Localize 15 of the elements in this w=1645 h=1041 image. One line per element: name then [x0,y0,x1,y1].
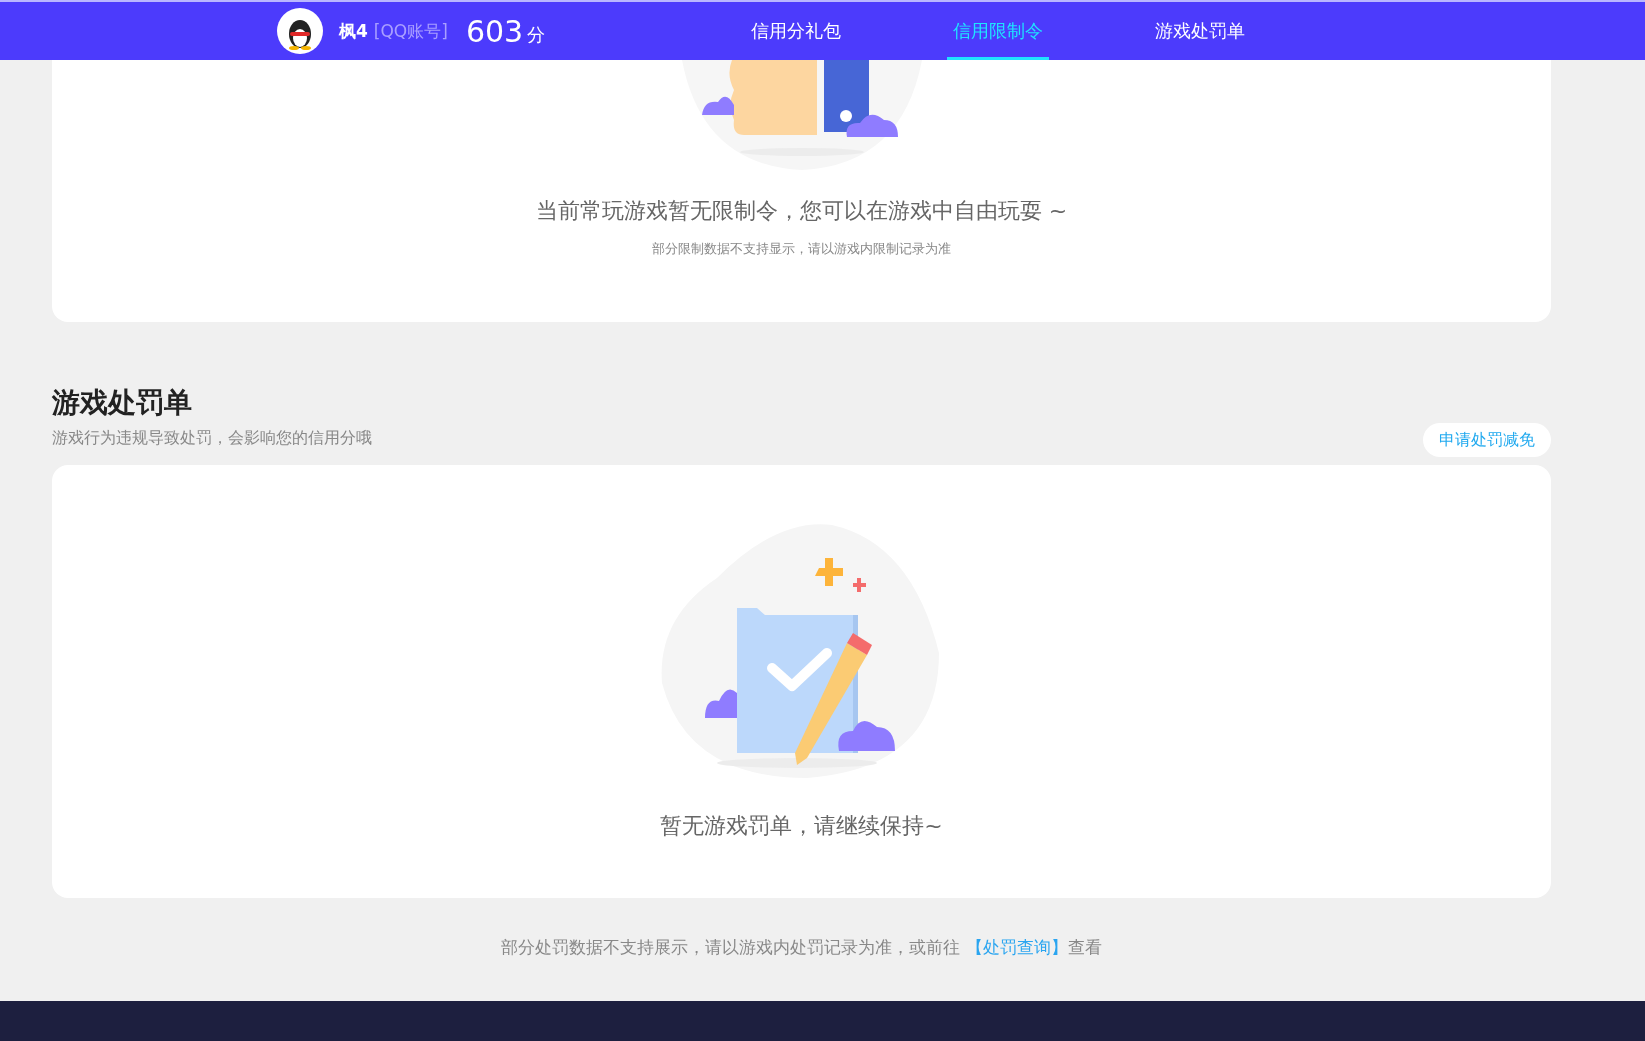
section-subtitle: 游戏行为违规导致处罚，会影响您的信用分哦 [52,428,372,449]
penalty-query-link[interactable]: 【处罚查询】 [965,937,1068,957]
empty-message: 暂无游戏罚单，请继续保持~ [660,812,943,840]
empty-message: 当前常玩游戏暂无限制令，您可以在游戏中自由玩耍 ~ [535,197,1068,225]
appeal-button[interactable]: 申请处罚减免 [1423,423,1551,457]
nickname: 枫4 [339,19,368,43]
credit-score: 603 [465,13,524,49]
footer-note: 部分处罚数据不支持展示，请以游戏内处罚记录为准，或前往 【处罚查询】查看 [500,936,1103,959]
nav-tab[interactable]: 信用分礼包 [745,2,848,60]
account-type: [QQ账号] [373,19,448,43]
score-unit: 分 [527,23,546,47]
nav-tab[interactable]: 游戏处罚单 [1149,2,1252,60]
data-note: 部分限制数据不支持显示，请以游戏内限制记录为准 [652,240,951,258]
section-title: 游戏处罚单 [52,385,193,421]
avatar-icon[interactable] [277,8,323,54]
